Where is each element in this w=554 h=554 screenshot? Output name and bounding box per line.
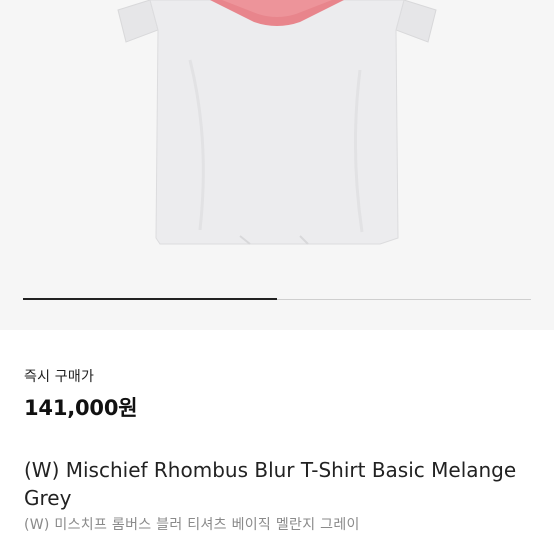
product-detail-page: 즉시 구매가 141,000원 (W) Mischief Rhombus Blu… xyxy=(0,0,554,554)
carousel-progress-track xyxy=(23,298,531,300)
instant-buy-price: 141,000원 xyxy=(24,396,138,420)
carousel-progress-fill xyxy=(23,298,277,300)
product-name-korean: (W) 미스치프 롬버스 블러 티셔츠 베이직 멜란지 그레이 xyxy=(24,517,360,533)
tshirt-image xyxy=(117,0,437,245)
product-image-carousel[interactable] xyxy=(0,0,554,330)
product-name-english: (W) Mischief Rhombus Blur T-Shirt Basic … xyxy=(24,458,517,510)
instant-buy-price-label: 즉시 구매가 xyxy=(24,369,95,385)
